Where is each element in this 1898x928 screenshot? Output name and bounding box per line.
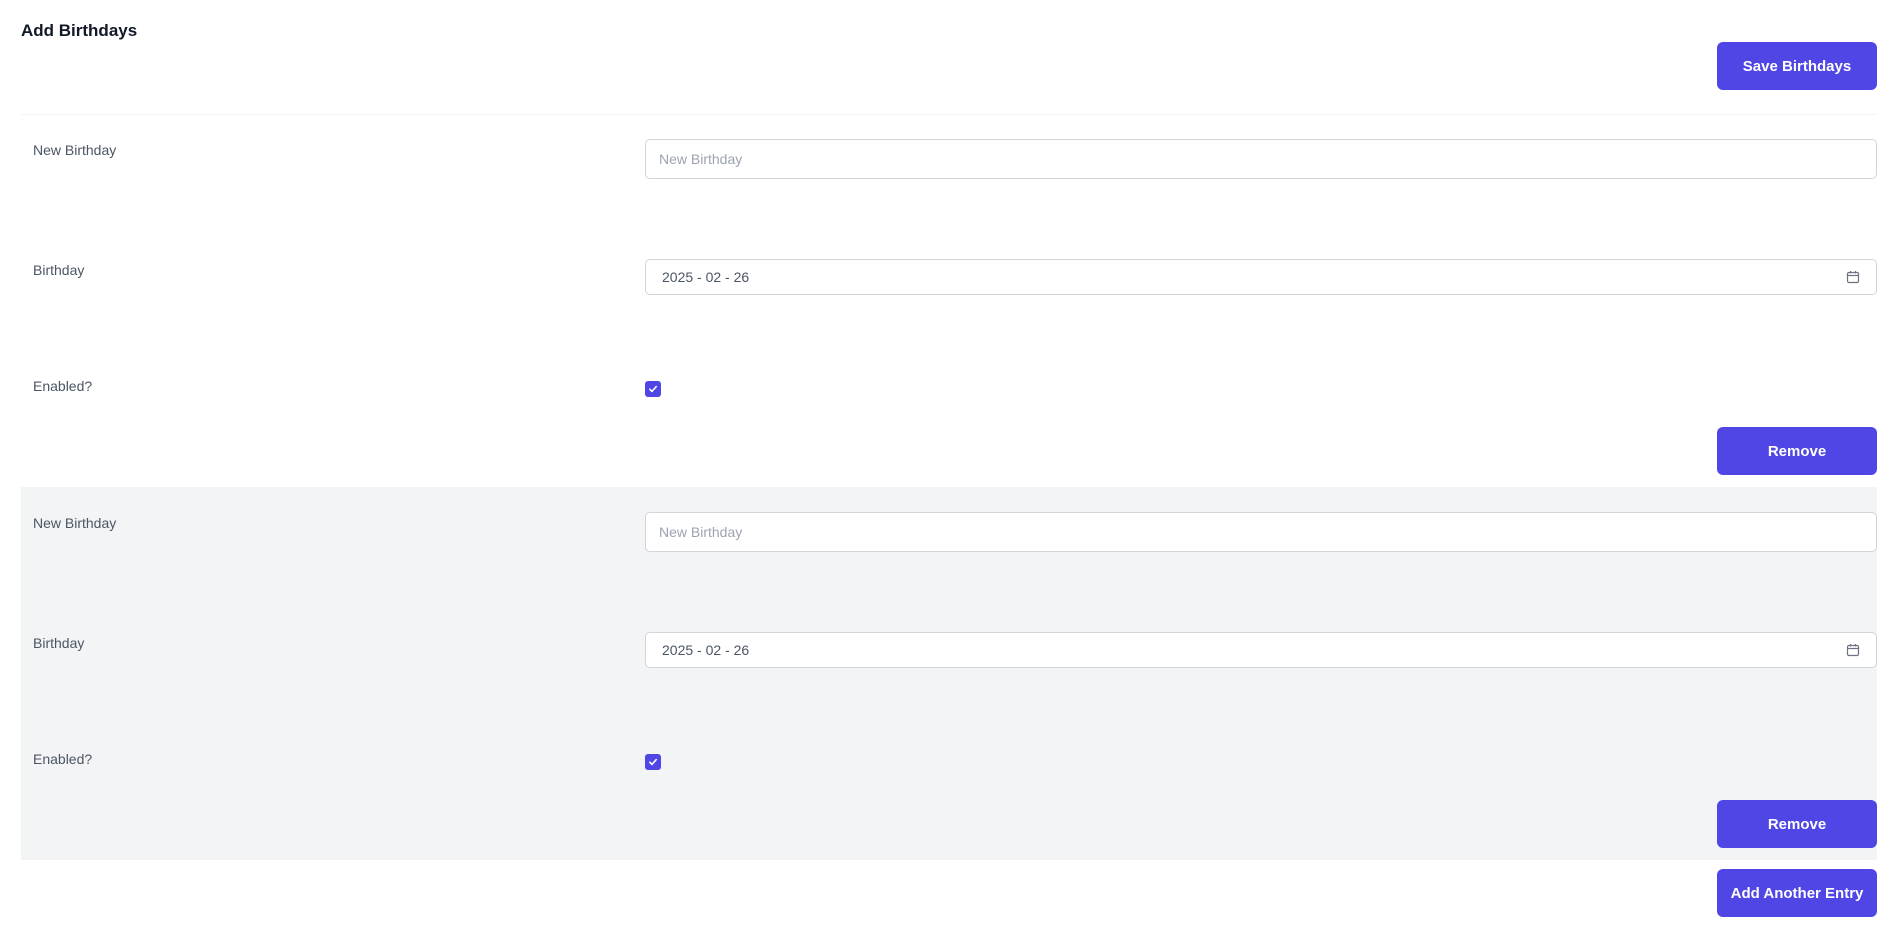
page-title: Add Birthdays — [21, 21, 138, 40]
birthday-date-value: 2025 - 02 - 26 — [662, 642, 750, 658]
check-icon — [648, 385, 657, 393]
birthday-date-input[interactable]: 2025 - 02 - 26 — [645, 259, 1877, 295]
add-birthdays-page: Add Birthdays Save Birthdays New Birthda… — [0, 0, 1898, 928]
enabled-label: Enabled? — [33, 751, 93, 767]
enabled-label: Enabled? — [33, 378, 93, 394]
birthday-label: Birthday — [33, 262, 85, 278]
birthday-date-input[interactable]: 2025 - 02 - 26 — [645, 632, 1877, 668]
remove-button[interactable]: Remove — [1717, 427, 1877, 475]
birthday-label: Birthday — [33, 635, 85, 651]
enabled-checkbox[interactable] — [645, 754, 661, 770]
add-another-entry-button[interactable]: Add Another Entry — [1717, 869, 1877, 917]
save-birthdays-button[interactable]: Save Birthdays — [1717, 42, 1877, 90]
birthday-entry: New Birthday Birthday 2025 - 02 - 26 Ena… — [21, 114, 1877, 487]
name-label: New Birthday — [33, 515, 117, 531]
calendar-icon[interactable] — [1846, 643, 1860, 657]
name-label: New Birthday — [33, 142, 117, 158]
birthday-date-value: 2025 - 02 - 26 — [662, 269, 750, 285]
enabled-checkbox[interactable] — [645, 381, 661, 397]
birthday-entry: New Birthday Birthday 2025 - 02 - 26 Ena… — [21, 487, 1877, 860]
calendar-icon[interactable] — [1846, 270, 1860, 284]
name-input[interactable] — [645, 512, 1877, 552]
name-input[interactable] — [645, 139, 1877, 179]
page-header: Add Birthdays Save Birthdays — [21, 0, 1877, 115]
remove-button[interactable]: Remove — [1717, 800, 1877, 848]
check-icon — [648, 758, 657, 766]
